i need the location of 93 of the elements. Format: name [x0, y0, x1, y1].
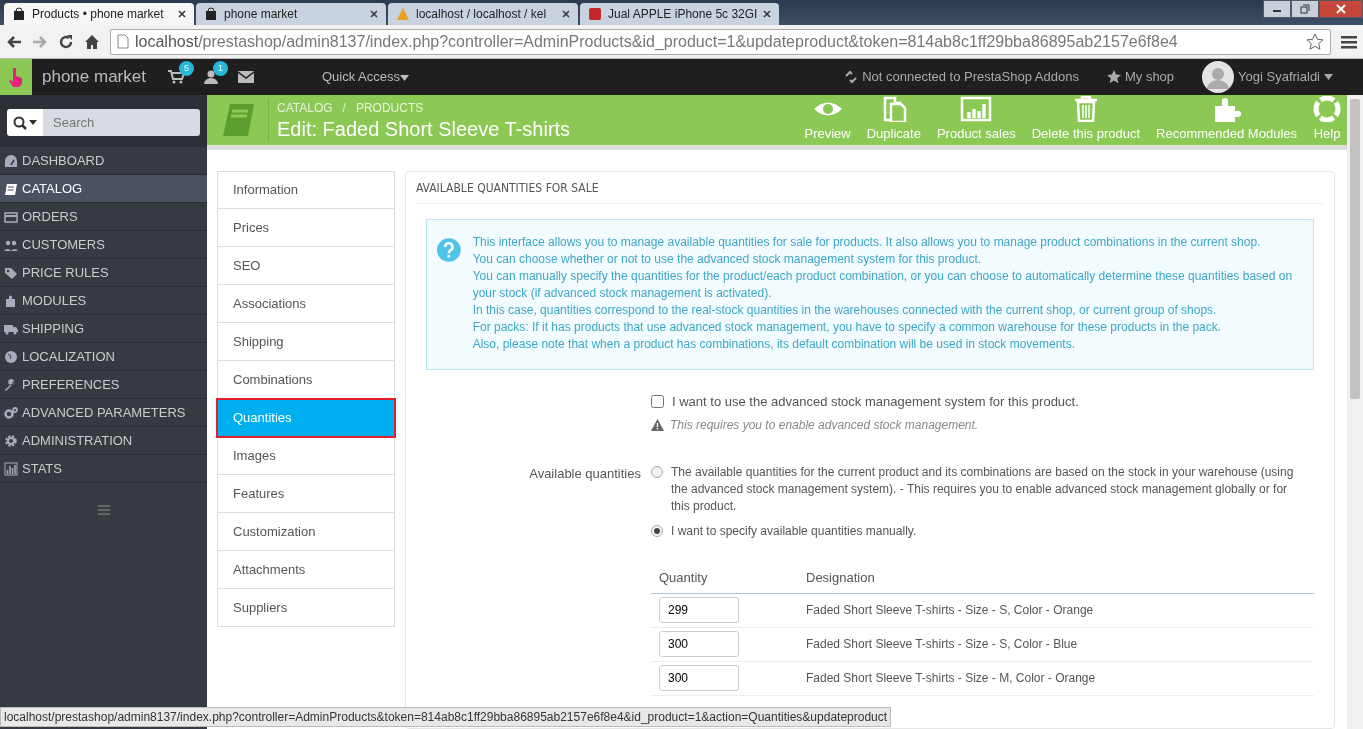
radio-label: I want to specify available quantities manually.: [671, 522, 917, 540]
quantity-field[interactable]: 300: [659, 631, 739, 657]
radio-label: The available quantities for the current product and its combinations are based on the stock in your warehouse (using the advanced stock management system). - This requires you to enable advanced stock management globally or for this product.: [671, 463, 1295, 515]
product-tab[interactable]: Customization: [217, 513, 395, 551]
close-window-button[interactable]: [1319, 0, 1363, 18]
trash-icon: [1072, 96, 1099, 123]
tag-icon: [4, 265, 18, 280]
product-tab[interactable]: Combinations: [217, 361, 395, 399]
book-icon: [4, 181, 18, 196]
caret-icon: [29, 120, 37, 125]
star-icon[interactable]: [1306, 32, 1324, 51]
checkbox[interactable]: [651, 395, 664, 409]
product-tab[interactable]: Suppliers: [217, 589, 395, 627]
info-text: You can choose whether or not to use the advanced stock management system for this product.: [472, 251, 983, 268]
gears-icon: [4, 405, 18, 420]
close-icon: [1336, 4, 1346, 14]
product-tab[interactable]: Attachments: [217, 551, 395, 589]
gauge-icon: [4, 153, 18, 168]
bar-chart-icon: [960, 96, 993, 123]
info-text: In this case, quantities correspond to the real-stock quantities in the warehouses connected with the current shop, or current group of shops.: [472, 302, 1218, 319]
cart-icon[interactable]: [167, 70, 184, 84]
close-icon[interactable]: [763, 10, 772, 18]
bar-chart-icon: [4, 461, 18, 476]
back-icon[interactable]: [6, 34, 22, 49]
product-tab[interactable]: Associations: [217, 285, 395, 323]
bag-icon: [12, 7, 26, 21]
caret-icon: [1324, 74, 1333, 80]
square-icon: [588, 7, 602, 21]
product-tab[interactable]: SEO: [217, 247, 395, 285]
info-text: Also, please note that when a product has combinations, its default combination will be used in stock movements.: [472, 336, 1077, 353]
my-shop-link[interactable]: My shop: [1106, 67, 1175, 87]
avatar-icon: [1202, 61, 1235, 93]
panel-heading: AVAILABLE QUANTITIES FOR SALE: [416, 172, 1324, 204]
home-icon[interactable]: [84, 33, 100, 50]
close-icon[interactable]: [178, 10, 186, 18]
product-tab[interactable]: Prices: [217, 209, 395, 247]
user-menu[interactable]: Yogi Syafrialdi: [1202, 61, 1333, 93]
star-icon: [1106, 70, 1121, 84]
warning-text: This requires you to enable advanced stock management.: [670, 416, 979, 434]
search-icon: [13, 115, 27, 130]
menu-icon[interactable]: [1341, 34, 1357, 49]
product-tab[interactable]: Images: [217, 437, 395, 475]
page-title: Edit: Faded Short Sleeve T-shirts: [277, 117, 571, 141]
search-field[interactable]: Search: [43, 109, 200, 136]
column-header: Designation: [806, 569, 875, 588]
table-cell-text: Faded Short Sleeve T-shirts - Size - M, Color - Orange: [806, 670, 1096, 687]
browser-tab[interactable]: localhost / localhost / kel: [388, 3, 578, 25]
checkbox-label: I want to use the advanced stock management system for this product.: [672, 393, 1079, 411]
column-header: Quantity: [658, 569, 709, 588]
hand-pointer-icon: [7, 67, 25, 87]
breadcrumb-separator: /: [342, 100, 346, 117]
radio-button[interactable]: [651, 524, 663, 537]
person-icon[interactable]: [203, 70, 218, 84]
info-text: This interface allows you to manage available quantities for sale for products. It also allows you to manage product combinations in the current shop.: [472, 234, 1262, 251]
scrollbar[interactable]: [1347, 95, 1363, 729]
info-text: You can manually specify the quantities for the product/each product combination, or you can choose to automatically determine these quantities based on your stock (if advanced stock management is activated).: [472, 268, 1294, 302]
book-icon: [220, 102, 255, 138]
envelope-icon[interactable]: [237, 71, 254, 83]
restore-button[interactable]: [1291, 0, 1319, 18]
gear-icon: [4, 433, 18, 448]
product-tab[interactable]: Features: [217, 475, 395, 513]
credit-card-icon: [4, 209, 18, 224]
sidebar-menu-item[interactable]: CATALOG: [0, 175, 207, 203]
info-text: For packs: If it has products that use advanced stock management, you have to specify a common warehouse for these products in the pack.: [472, 319, 1223, 336]
field-label: Available quantities: [528, 464, 642, 483]
close-icon[interactable]: [562, 10, 570, 18]
browser-tab[interactable]: Jual APPLE iPhone 5c 32GI: [580, 3, 780, 25]
close-icon[interactable]: [370, 10, 378, 18]
notification-count: 1: [212, 61, 228, 76]
reload-icon[interactable]: [58, 33, 74, 50]
warning-icon: [651, 418, 664, 431]
browser-tab[interactable]: phone market: [196, 3, 386, 25]
minimize-button[interactable]: [1263, 0, 1291, 18]
status-bar-url: localhost/prestashop/admin8137/index.php?controller=AdminProducts&token=814ab8c1ff29bba86895ab2157e6f8e4&id_product=1&action=Quantities&updateproduct: [0, 707, 892, 727]
radio-button[interactable]: [651, 465, 663, 478]
browser-tab[interactable]: Products • phone market: [4, 3, 194, 25]
search-button[interactable]: [7, 109, 43, 136]
addons-link[interactable]: Not connected to PrestaShop Addons: [844, 67, 1079, 87]
bag-icon: [204, 7, 218, 21]
restore-icon: [1300, 4, 1310, 14]
notification-count: 5: [178, 61, 194, 76]
quantity-field[interactable]: 299: [659, 597, 739, 623]
page-icon: [117, 34, 129, 49]
table-cell-text: Faded Short Sleeve T-shirts - Size - S, Color - Blue: [806, 636, 1078, 653]
quantity-field[interactable]: 300: [659, 665, 739, 691]
product-tab[interactable]: Shipping: [217, 323, 395, 361]
product-tab[interactable]: Information: [217, 171, 395, 209]
url-text: localhost/prestashop/admin8137/index.php?controller=AdminProducts&id_product=1&updateproduct&token=814ab8c1ff29bba86895ab2157e6f8e4: [135, 31, 1178, 52]
brand-name[interactable]: phone market: [42, 64, 146, 90]
quick-access-dropdown[interactable]: Quick Access: [315, 66, 415, 88]
caret-icon: [400, 74, 409, 81]
address-bar[interactable]: localhost/prestashop/admin8137/index.php?controller=AdminProducts&id_product=1&updateproduct&token=814ab8c1ff29bba86895ab2157e6f8e4: [110, 28, 1331, 55]
table-cell-text: Faded Short Sleeve T-shirts - Size - S, Color - Orange: [806, 602, 1094, 619]
